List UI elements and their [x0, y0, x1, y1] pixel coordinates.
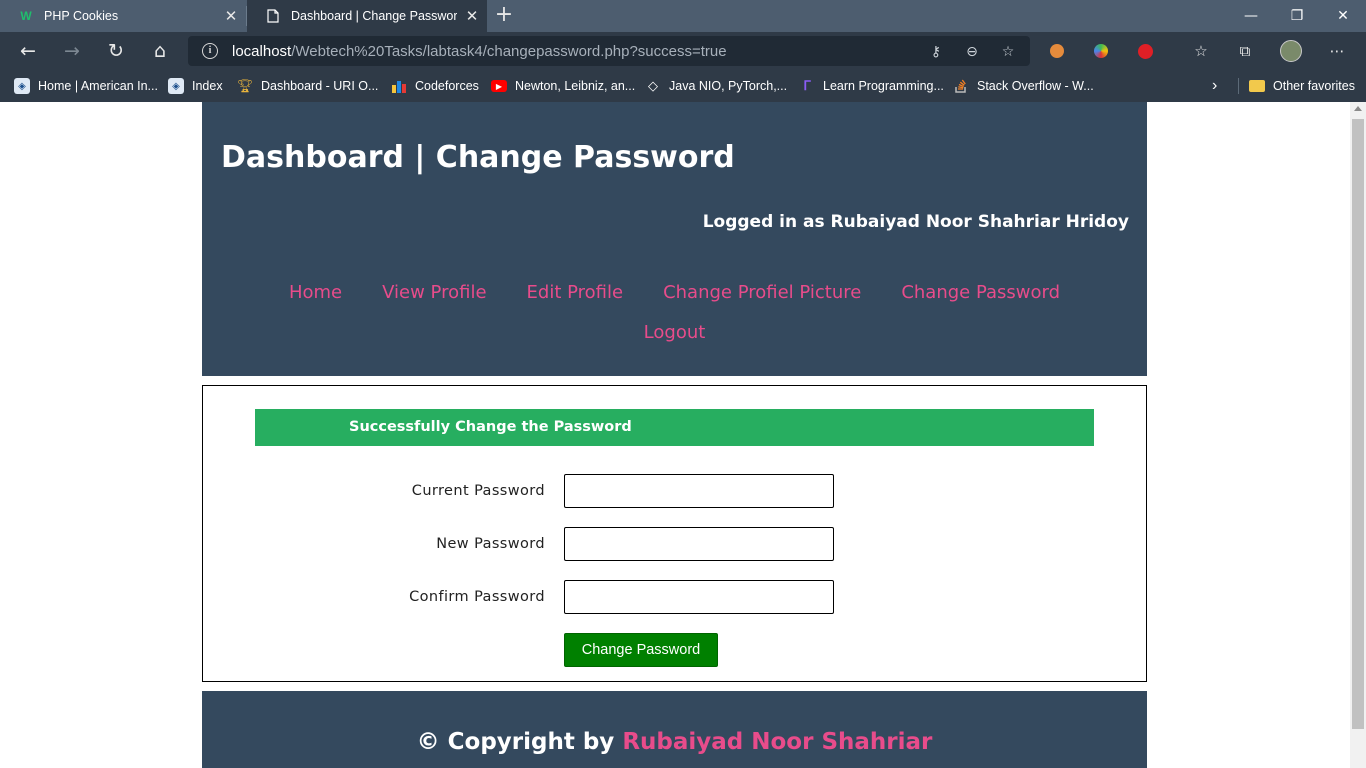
extension-color-icon[interactable] — [1090, 40, 1112, 62]
bookmark-learn-programming[interactable]: ᒥ Learn Programming... — [799, 76, 944, 96]
bar-chart-icon — [391, 78, 407, 94]
tab-title: Dashboard | Change Password — [291, 9, 457, 23]
collections-icon[interactable]: ⧉ — [1234, 40, 1256, 62]
scrollbar-thumb[interactable] — [1352, 119, 1364, 729]
close-window-button[interactable]: ✕ — [1320, 0, 1366, 32]
tab-php-cookies[interactable]: W PHP Cookies ✕ — [0, 0, 246, 32]
extension-adblock-icon[interactable] — [1134, 40, 1156, 62]
copyright-text: © Copyright by Rubaiyad Noor Shahriar — [202, 729, 1147, 755]
success-alert: Successfully Change the Password — [255, 409, 1094, 446]
youtube-icon: ▶ — [491, 80, 507, 92]
shield-icon: ◈ — [168, 78, 184, 94]
bookmark-label: Newton, Leibniz, an... — [515, 79, 636, 93]
page-header: Dashboard | Change Password Logged in as… — [202, 102, 1147, 376]
logged-in-text: Logged in as Rubaiyad Noor Shahriar Hrid… — [702, 212, 1129, 232]
new-tab-button[interactable]: + — [492, 4, 516, 28]
page-title: Dashboard | Change Password — [221, 140, 735, 175]
profile-avatar-icon[interactable] — [1280, 40, 1302, 62]
bookmark-java-nio[interactable]: ◇ Java NIO, PyTorch,... — [645, 76, 787, 96]
bookmark-youtube[interactable]: ▶ Newton, Leibniz, an... — [491, 76, 635, 96]
bookmark-index[interactable]: ◈ Index — [168, 76, 223, 96]
refresh-icon[interactable]: ↻ — [102, 37, 130, 65]
bookmark-label: Java NIO, PyTorch,... — [669, 79, 788, 93]
shield-icon: ◈ — [14, 78, 30, 94]
bookmark-dashboard-uri[interactable]: 🏆︎ Dashboard - URI O... — [236, 76, 379, 96]
extension-owl-icon[interactable] — [1046, 40, 1068, 62]
back-icon[interactable]: ← — [14, 37, 42, 65]
tab-dashboard-change-password[interactable]: Dashboard | Change Password ✕ — [247, 0, 487, 32]
copyright-prefix: © Copyright by — [416, 729, 615, 755]
nav-link-logout[interactable]: Logout — [644, 322, 706, 343]
confirm-password-input[interactable] — [564, 580, 834, 614]
bookmarks-bar: ◈ Home | American In... ◈ Index 🏆︎ Dashb… — [0, 70, 1366, 102]
restore-button[interactable]: ❐ — [1274, 0, 1320, 32]
stackoverflow-icon — [953, 78, 969, 94]
nav-link-edit-profile[interactable]: Edit Profile — [527, 282, 624, 303]
bookmark-stack-overflow[interactable]: Stack Overflow - W... — [953, 76, 1094, 96]
tab-title: PHP Cookies — [44, 9, 119, 23]
nav-link-view-profile[interactable]: View Profile — [382, 282, 486, 303]
page-scrollbar[interactable] — [1350, 102, 1366, 768]
page-footer: © Copyright by Rubaiyad Noor Shahriar — [202, 691, 1147, 768]
bookmark-home-american[interactable]: ◈ Home | American In... — [14, 76, 158, 96]
more-menu-icon[interactable]: ⋯ — [1326, 40, 1348, 62]
folder-icon — [1249, 80, 1265, 92]
scroll-up-arrow-icon[interactable] — [1354, 106, 1362, 111]
bookmarks-overflow-chevron-icon[interactable]: › — [1212, 76, 1217, 96]
address-url[interactable]: localhost/Webtech%20Tasks/labtask4/chang… — [232, 43, 727, 60]
nav-link-home[interactable]: Home — [289, 282, 342, 303]
zoom-out-icon[interactable]: ⊖ — [962, 42, 982, 62]
change-password-button[interactable]: Change Password — [564, 633, 718, 667]
site-info-icon[interactable]: i — [202, 43, 218, 59]
bookmark-label: Learn Programming... — [823, 79, 944, 93]
bookmark-label: Codeforces — [415, 79, 479, 93]
page-viewport: Dashboard | Change Password Logged in as… — [0, 102, 1350, 768]
nav-link-change-profile-picture[interactable]: Change Profiel Picture — [663, 282, 861, 303]
bookmark-label: Other favorites — [1273, 79, 1355, 93]
change-password-panel: Successfully Change the Password Current… — [202, 385, 1147, 682]
bookmarks-divider — [1238, 78, 1239, 94]
minimize-button[interactable]: — — [1228, 0, 1274, 32]
page-icon — [265, 8, 281, 24]
bookmark-label: Index — [192, 79, 223, 93]
browser-toolbar: ← → ↻ ⌂ i localhost/Webtech%20Tasks/labt… — [0, 32, 1366, 70]
success-message: Successfully Change the Password — [349, 419, 632, 435]
confirm-password-label: Confirm Password — [409, 589, 545, 605]
bookmark-codeforces[interactable]: Codeforces — [391, 76, 479, 96]
current-password-label: Current Password — [411, 483, 545, 499]
w-logo-icon: W — [20, 9, 32, 23]
new-password-label: New Password — [436, 536, 545, 552]
nav-row: Home View Profile Edit Profile Change Pr… — [202, 272, 1147, 312]
close-tab-icon[interactable]: ✕ — [457, 7, 487, 25]
add-favorite-icon[interactable]: ☆ — [998, 42, 1018, 62]
new-password-input[interactable] — [564, 527, 834, 561]
close-tab-icon[interactable]: ✕ — [216, 7, 246, 25]
tab-strip: W PHP Cookies ✕ Dashboard | Change Passw… — [0, 0, 1366, 32]
current-password-input[interactable] — [564, 474, 834, 508]
main-nav: Home View Profile Edit Profile Change Pr… — [202, 272, 1147, 352]
diamond-icon: ◇ — [648, 78, 658, 93]
play-logo-icon: ᒥ — [803, 78, 811, 93]
forward-icon[interactable]: → — [58, 37, 86, 65]
nav-row: Logout — [202, 312, 1147, 352]
favorites-icon[interactable]: ☆ — [1190, 40, 1212, 62]
trophy-icon: 🏆︎ — [236, 78, 254, 93]
home-icon[interactable]: ⌂ — [146, 37, 174, 65]
bookmark-other-favorites[interactable]: Other favorites — [1249, 76, 1355, 96]
bookmark-label: Dashboard - URI O... — [261, 79, 379, 93]
nav-link-change-password[interactable]: Change Password — [901, 282, 1060, 303]
copyright-name: Rubaiyad Noor Shahriar — [622, 729, 933, 755]
bookmark-label: Home | American In... — [38, 79, 158, 93]
key-icon[interactable]: ⚷ — [926, 42, 946, 62]
bookmark-label: Stack Overflow - W... — [977, 79, 1094, 93]
address-bar[interactable]: i localhost/Webtech%20Tasks/labtask4/cha… — [188, 36, 1030, 66]
